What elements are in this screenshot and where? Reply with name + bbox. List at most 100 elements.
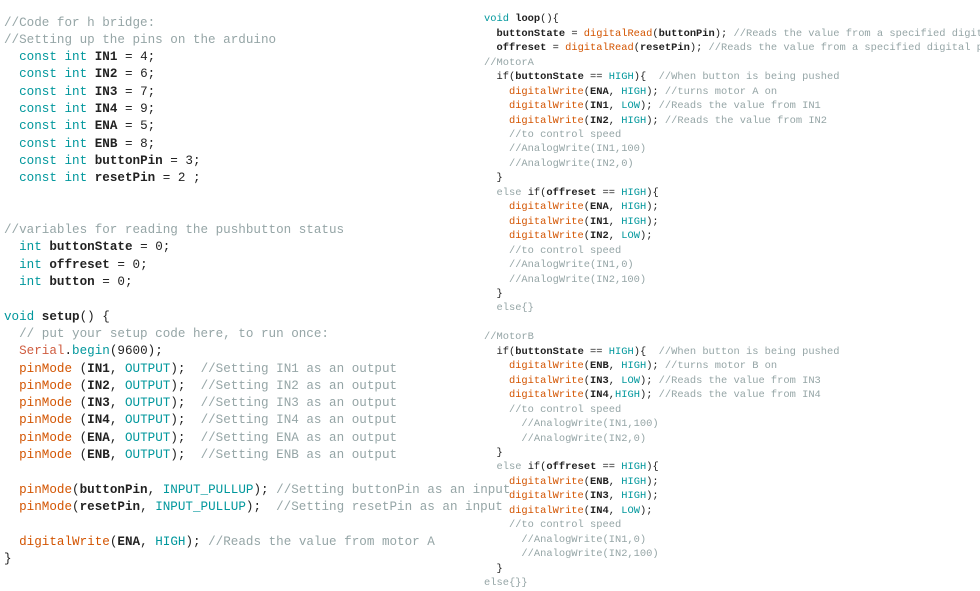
code-token: const int [19,136,88,151]
code-token: ); [170,413,201,428]
code-token: //AnalogWrite(IN2,100) [508,273,647,286]
code-token: = 0; [109,257,148,272]
code-token: ); [185,534,209,549]
code-line: pinMode (ENB, OUTPUT); //Setting ENB as … [4,447,480,464]
code-token: //AnalogWrite(IN1,100) [508,143,647,156]
code-token: digitalWrite [508,201,584,214]
code-token: resetPin [639,42,690,55]
code-token: int [19,240,42,255]
code-token: HIGH [608,71,634,84]
code-token: offreset [496,42,547,55]
code-token: ); [646,215,659,228]
code-token: ( [72,413,88,428]
code-line: digitalWrite(IN2, LOW); [484,229,980,243]
code-token: , [147,482,163,497]
code-token: ENB [87,448,110,463]
code-token: digitalWrite [508,215,584,228]
code-token: = 9; [117,102,156,117]
code-token: const int [19,102,88,117]
code-line: // put your setup code here, to run once… [4,326,480,343]
code-token: //MotorB [484,331,534,344]
code-token: //Setting up the pins on the arduino [4,32,277,47]
code-token: () { [79,309,110,324]
code-token: ); [245,499,277,514]
code-token: IN2 [87,378,110,393]
code-token: buttonPin [94,153,163,168]
code-token: ); [170,430,201,445]
code-token: //AnalogWrite(IN2,100) [521,548,659,561]
code-token: if [496,345,509,358]
code-line: //Code for h bridge: [4,15,480,32]
code-token: digitalWrite [508,230,584,243]
code-token: IN2 [590,230,609,243]
code-token: IN3 [94,84,118,99]
code-token: digitalWrite [508,475,584,488]
code-token: , [608,201,622,214]
code-token: IN1 [590,100,609,113]
code-token: const int [19,50,88,65]
code-line: buttonState = digitalRead(buttonPin); //… [484,27,980,41]
code-token: , [608,504,622,517]
code-token: LOW [621,374,640,387]
code-listing-page: //Code for h bridge: //Setting up the pin… [0,0,980,589]
code-line: digitalWrite(IN4, LOW); [484,504,980,518]
code-token: ); [714,27,734,40]
code-line: const int buttonPin = 3; [4,153,480,170]
code-token: ENA [87,430,110,445]
code-column-left[interactable]: //Code for h bridge: //Setting up the pin… [4,13,510,569]
code-token: ); [639,504,653,517]
code-token: OUTPUT [124,413,171,428]
code-token: //Setting resetPin as an input [276,499,503,514]
code-token: HIGH [155,534,186,549]
code-token: else [496,461,522,474]
code-token: //turns motor A on [664,85,778,98]
code-token: ( [72,499,80,514]
code-token: == [596,461,622,474]
code-line: //variables for reading the pushbutton s… [4,222,480,239]
code-token: digitalWrite [19,534,110,549]
code-token: else [496,186,522,199]
code-token: int [19,275,42,290]
code-line: //Setting up the pins on the arduino [4,32,480,49]
code-token: IN3 [590,490,609,503]
code-token: HIGH [621,201,647,214]
code-line: //AnalogWrite(IN2,0) [484,157,980,171]
code-line: digitalWrite(ENA, HIGH); [484,200,980,214]
code-token: = 2 ; [155,171,201,186]
code-token: const int [19,153,88,168]
code-token: , [140,499,156,514]
code-token: void [484,13,509,26]
code-column-right[interactable]: void loop(){ buttonState = digitalRead(b… [484,10,980,590]
code-token: ENA [590,85,609,98]
code-line: const int IN4 = 9; [4,101,480,118]
code-token: HIGH [621,461,647,474]
code-token: //AnalogWrite(IN1,0) [521,533,647,546]
code-token: ( [72,430,88,445]
code-token: ); [639,230,653,243]
code-line: int offreset = 0; [4,257,480,274]
code-token: INPUT_PULLUP [162,482,254,497]
code-line: //AnalogWrite(IN2,0) [484,432,980,446]
code-line: pinMode (ENA, OUTPUT); //Setting ENA as … [4,430,480,447]
code-token: if [527,461,541,474]
code-token: digitalWrite [508,389,584,402]
code-token: const int [19,171,88,186]
code-line: const int IN2 = 6; [4,66,480,83]
code-token: = 8; [117,136,156,151]
